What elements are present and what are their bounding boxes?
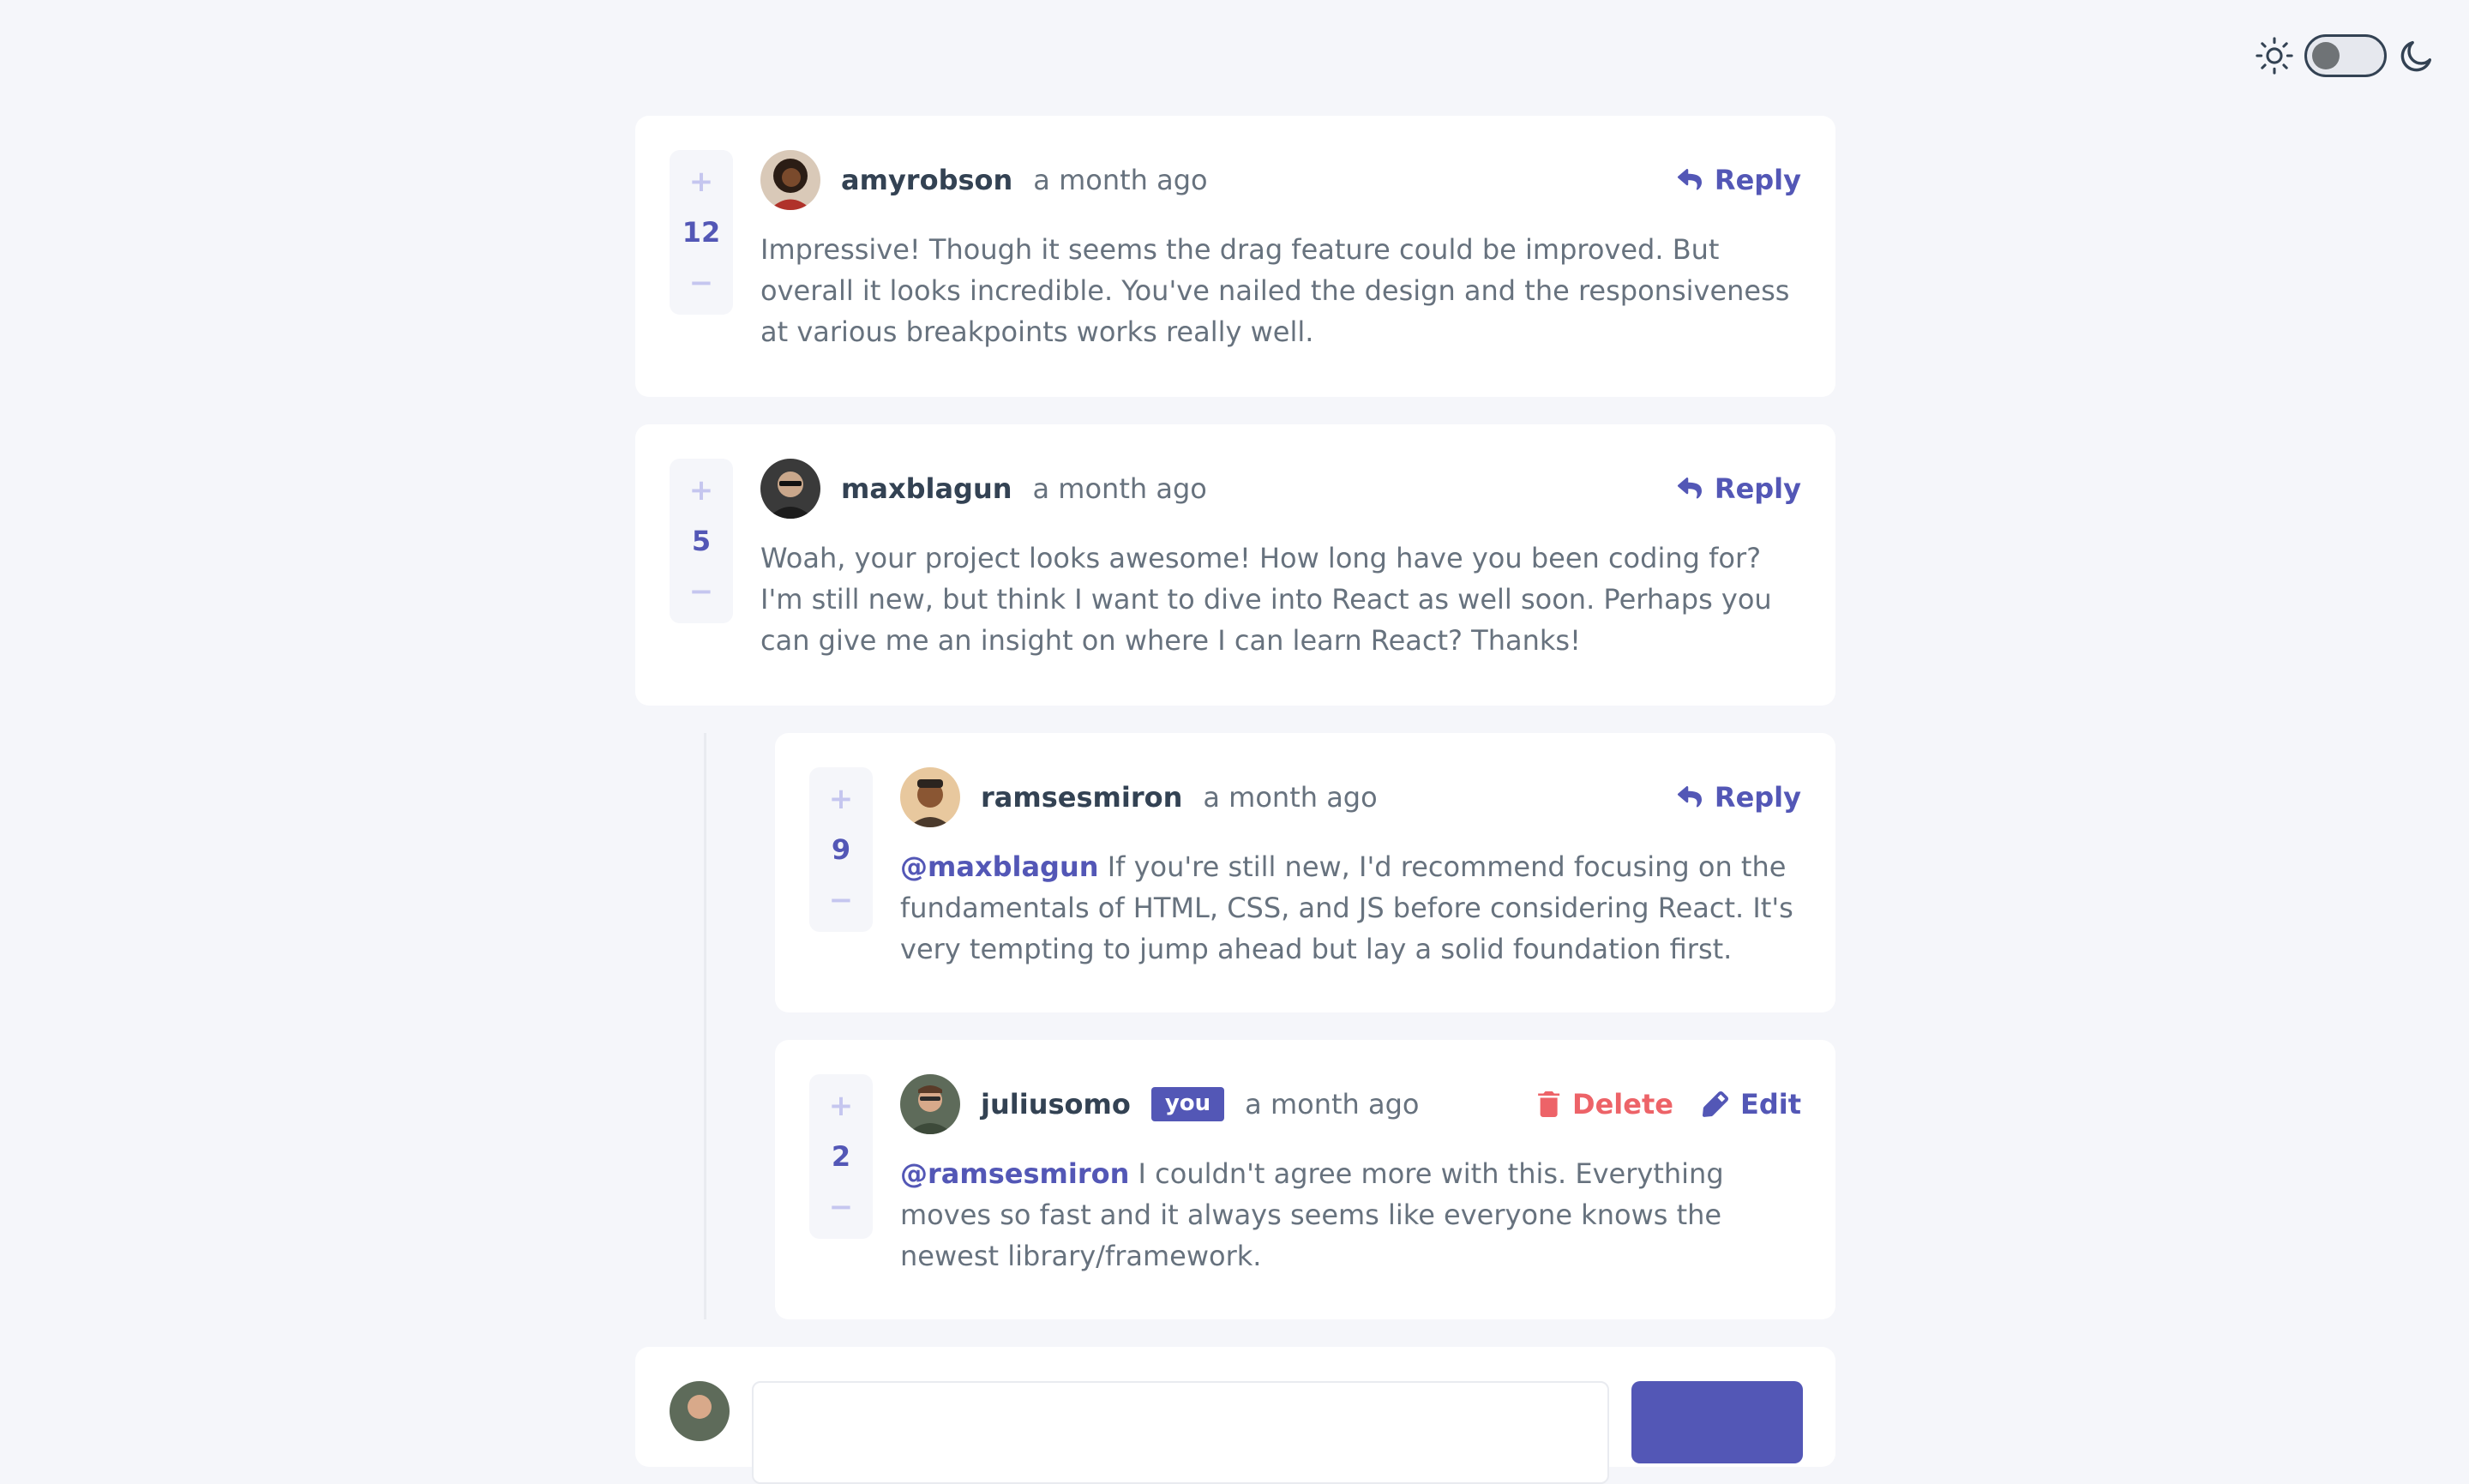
comment-actions: Delete Edit [1538,1088,1801,1121]
vote-score: 12 [682,216,721,249]
send-button[interactable] [1631,1381,1803,1463]
reply-label: Reply [1714,472,1801,505]
moon-icon[interactable] [2397,36,2436,75]
new-comment-form [635,1347,1835,1484]
comment-thread: + 12 − amyrobson a month ago Reply Impre… [635,116,1835,1484]
pencil-icon [1702,1091,1728,1117]
downvote-button[interactable]: − [829,886,854,915]
downvote-button[interactable]: − [689,268,714,297]
theme-toggle [2255,34,2436,77]
reply-thread-line [704,733,706,1319]
downvote-button[interactable]: − [829,1193,854,1222]
reply-button[interactable]: Reply [1677,164,1801,196]
comment-text: Woah, your project looks awesome! How lo… [760,542,1772,657]
comment-header: ramsesmiron a month ago Reply [900,767,1801,827]
theme-switch-knob[interactable] [2312,42,2340,69]
avatar [900,1074,960,1134]
timestamp: a month ago [1245,1088,1420,1121]
comment-actions: Reply [1677,472,1801,505]
comment-header: juliusomo you a month ago Delete Edit [900,1074,1801,1134]
username[interactable]: juliusomo [981,1088,1131,1121]
trash-icon [1538,1091,1560,1117]
reply-card: + 2 − juliusomo you a month ago Delete E… [775,1040,1835,1319]
upvote-button[interactable]: + [829,784,854,814]
reply-icon [1677,478,1702,499]
comment-text: @maxblagun If you're still new, I'd reco… [900,846,1801,970]
vote-widget: + 9 − [809,767,873,932]
reply-label: Reply [1714,164,1801,196]
reply-icon [1677,786,1702,808]
timestamp: a month ago [1032,472,1207,505]
mention-link[interactable]: @maxblagun [900,850,1099,883]
comment-header: amyrobson a month ago Reply [760,150,1801,210]
delete-button[interactable]: Delete [1538,1088,1673,1121]
reply-icon [1677,169,1702,190]
vote-score: 5 [691,525,712,557]
comment-actions: Reply [1677,164,1801,196]
reply-label: Reply [1714,781,1801,814]
vote-score: 2 [831,1140,851,1173]
comment-actions: Reply [1677,781,1801,814]
timestamp: a month ago [1203,781,1378,814]
theme-switch[interactable] [2304,34,2387,77]
upvote-button[interactable]: + [689,476,714,505]
delete-label: Delete [1572,1088,1673,1121]
comment-card: + 5 − maxblagun a month ago Reply Woah, … [635,424,1835,706]
sun-icon[interactable] [2255,36,2294,75]
replies-list: + 9 − ramsesmiron a month ago Reply @max… [635,733,1835,1319]
reply-button[interactable]: Reply [1677,472,1801,505]
vote-widget: + 5 − [670,459,733,623]
username[interactable]: ramsesmiron [981,781,1182,814]
comment-content: ramsesmiron a month ago Reply @maxblagun… [900,767,1801,978]
avatar [670,1381,730,1441]
comment-content: maxblagun a month ago Reply Woah, your p… [760,459,1801,671]
mention-link[interactable]: @ramsesmiron [900,1157,1129,1190]
avatar [760,459,820,519]
timestamp: a month ago [1033,164,1208,196]
comment-text: Impressive! Though it seems the drag fea… [760,233,1790,348]
downvote-button[interactable]: − [689,577,714,606]
edit-label: Edit [1739,1088,1801,1121]
username[interactable]: maxblagun [841,472,1012,505]
vote-widget: + 12 − [670,150,733,315]
avatar [760,150,820,210]
upvote-button[interactable]: + [829,1091,854,1121]
comment-input[interactable] [752,1381,1609,1484]
avatar [900,767,960,827]
reply-card: + 9 − ramsesmiron a month ago Reply @max… [775,733,1835,1012]
reply-button[interactable]: Reply [1677,781,1801,814]
upvote-button[interactable]: + [689,167,714,196]
comment-header: maxblagun a month ago Reply [760,459,1801,519]
comment-content: juliusomo you a month ago Delete Edit @r… [900,1074,1801,1285]
vote-score: 9 [831,833,851,866]
comment-text: @ramsesmiron I couldn't agree more with … [900,1153,1801,1277]
edit-button[interactable]: Edit [1702,1088,1801,1121]
comment-card: + 12 − amyrobson a month ago Reply Impre… [635,116,1835,397]
you-badge: you [1150,1087,1225,1121]
comment-content: amyrobson a month ago Reply Impressive! … [760,150,1801,363]
vote-widget: + 2 − [809,1074,873,1239]
username[interactable]: amyrobson [841,164,1012,196]
